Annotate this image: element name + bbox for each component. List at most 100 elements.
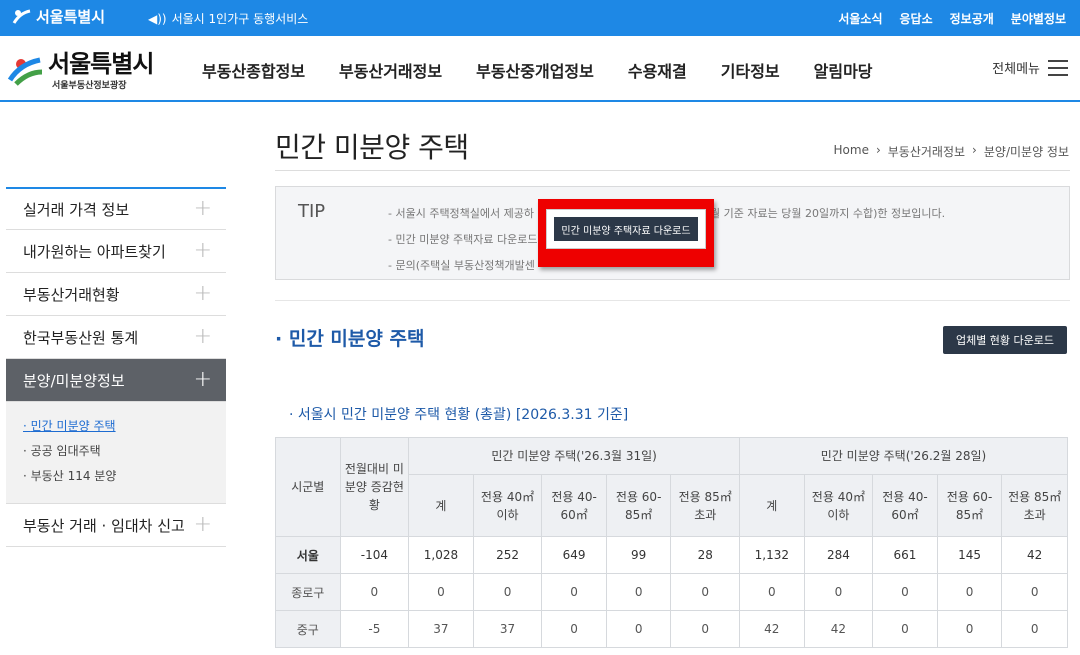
table-title: · 서울시 민간 미분양 주택 현황 (총괄) [2026.3.31 기준] xyxy=(289,407,629,423)
table-row: 서울 -104 1,028 252 649 99 28 1,132 284 66… xyxy=(275,536,1068,574)
table-cell: 42 xyxy=(1001,536,1068,574)
speaker-icon: ◀)) xyxy=(148,11,167,26)
nav-real-estate-transaction[interactable]: 부동산거래정보 xyxy=(339,58,442,82)
table-cell: 0 xyxy=(339,573,410,611)
chevron-right-icon: › xyxy=(875,143,881,157)
table-cell: 0 xyxy=(605,610,672,648)
header-region: 시군별 xyxy=(275,437,341,537)
red-highlight-box: 민간 미분양 주택자료 다운로드 xyxy=(538,199,714,267)
sidebar-item-label: 분양/미분양정보 xyxy=(23,371,125,390)
seoul-city-logo[interactable]: 서울특별시 xyxy=(12,6,105,27)
plus-icon: + xyxy=(193,324,212,349)
seoul-logo-icon xyxy=(12,9,31,24)
plus-icon: + xyxy=(193,238,212,263)
sidebar-item-lease-report[interactable]: 부동산 거래 · 임대차 신고 + xyxy=(6,504,226,547)
sidebar-item-transaction-status[interactable]: 부동산거래현황 + xyxy=(6,273,226,316)
unsold-data-download-button[interactable]: 민간 미분양 주택자료 다운로드 xyxy=(554,217,698,241)
tip-label: TIP xyxy=(298,201,326,222)
divider xyxy=(275,170,1070,171)
table-cell: 252 xyxy=(472,536,543,574)
table-cell: 0 xyxy=(936,610,1003,648)
table-cell: 649 xyxy=(541,536,607,574)
brand-title: 서울특별시 xyxy=(48,50,154,78)
table-cell: 284 xyxy=(803,536,874,574)
subnav-item-r114-sale[interactable]: · 부동산 114 분양 xyxy=(23,464,226,489)
nav-brokerage[interactable]: 부동산중개업정보 xyxy=(476,58,594,82)
all-menu-button[interactable]: 전체메뉴 xyxy=(992,58,1068,77)
sidebar-item-label: 한국부동산원 통계 xyxy=(23,328,139,347)
table-cell: 0 xyxy=(408,573,474,611)
header-40-60: 전용 40-60㎡ xyxy=(872,474,938,537)
sidebar-item-reb-stats[interactable]: 한국부동산원 통계 + xyxy=(6,316,226,359)
all-menu-label: 전체메뉴 xyxy=(992,62,1040,77)
unsold-stats-table: 시군별 전월대비 미분양 증감현황 민간 미분양 주택('26.3월 31일) … xyxy=(275,437,1068,648)
table-cell: 0 xyxy=(472,573,543,611)
chevron-right-icon: › xyxy=(972,143,977,157)
plus-icon: + xyxy=(193,512,212,537)
sidebar-item-label: 부동산 거래 · 임대차 신고 xyxy=(23,516,185,535)
table-cell: 1,132 xyxy=(739,536,805,574)
table-cell: -5 xyxy=(339,610,410,648)
table-row: 중구 -5 37 37 0 0 0 42 42 0 0 0 xyxy=(275,610,1068,648)
tip-line-download: - 민간 미분양 주택자료 다운로드 xyxy=(388,233,538,246)
nav-notices[interactable]: 알림마당 xyxy=(814,58,873,82)
section-title: · 민간 미분양 주택 xyxy=(275,328,425,350)
table-cell: 661 xyxy=(872,536,938,574)
nav-real-estate-general[interactable]: 부동산종합정보 xyxy=(202,58,305,82)
plus-icon: + xyxy=(193,281,212,306)
sidebar-item-find-apartment[interactable]: 내가원하는 아파트찾기 + xyxy=(6,230,226,273)
table-cell: 42 xyxy=(739,610,805,648)
header-total: 계 xyxy=(739,474,805,537)
table-cell: 0 xyxy=(541,610,607,648)
top-bar: 서울특별시 ◀)) 서울시 1인가구 동행서비스 서울소식 응답소 정보공개 분… xyxy=(0,0,1080,36)
sidebar-subnav: · 민간 미분양 주택 · 공공 임대주택 · 부동산 114 분양 xyxy=(6,402,226,504)
breadcrumb-transaction-info[interactable]: 부동산거래정보 xyxy=(888,143,965,160)
company-status-download-button[interactable]: 업체별 현황 다운로드 xyxy=(943,326,1067,354)
header-group-february: 민간 미분양 주택('26.2월 28일) xyxy=(739,437,1068,475)
table-cell: 0 xyxy=(739,573,805,611)
table-cell: 99 xyxy=(605,536,672,574)
subnav-item-private-unsold[interactable]: · 민간 미분양 주택 xyxy=(23,414,226,439)
table-cell: 1,028 xyxy=(408,536,474,574)
brand-logo[interactable]: 서울특별시 서울부동산정보광장 xyxy=(6,50,154,91)
table-cell: 0 xyxy=(670,573,741,611)
table-cell: -104 xyxy=(339,536,410,574)
row-region: 중구 xyxy=(275,610,341,648)
header-40-60: 전용 40-60㎡ xyxy=(541,474,607,537)
notice-text: 서울시 1인가구 동행서비스 xyxy=(171,12,309,26)
top-links: 서울소식 응답소 정보공개 분야별정보 xyxy=(838,10,1066,27)
table-cell: 0 xyxy=(605,573,672,611)
header-60-85: 전용 60-85㎡ xyxy=(936,474,1003,537)
header-monthly-change: 전월대비 미분양 증감현황 xyxy=(339,437,410,537)
table-cell: 0 xyxy=(670,610,741,648)
table-row: 종로구 0 0 0 0 0 0 0 0 0 0 0 xyxy=(275,573,1068,611)
breadcrumb: Home › 부동산거래정보 › 분양/미분양 정보 xyxy=(834,143,1069,160)
main-nav: 부동산종합정보 부동산거래정보 부동산중개업정보 수용재결 기타정보 알림마당 xyxy=(202,58,907,82)
notice-link[interactable]: ◀)) 서울시 1인가구 동행서비스 xyxy=(148,10,308,27)
tip-box: TIP - 서울시 주택정책실에서 제공하 월 기준 자료는 당월 20일까지 수… xyxy=(275,186,1070,280)
top-link-news[interactable]: 서울소식 xyxy=(838,10,882,27)
header-group-march: 민간 미분양 주택('26.3월 31일) xyxy=(408,437,741,475)
row-region: 서울 xyxy=(275,536,341,574)
header-under-40: 전용 40㎡이하 xyxy=(472,474,543,537)
table-cell: 37 xyxy=(472,610,543,648)
table-cell: 0 xyxy=(803,573,874,611)
plus-icon: + xyxy=(193,196,212,221)
nav-expropriation[interactable]: 수용재결 xyxy=(628,58,687,82)
top-link-info-disclosure[interactable]: 정보공개 xyxy=(950,10,994,27)
subnav-item-public-rental[interactable]: · 공공 임대주택 xyxy=(23,439,226,464)
breadcrumb-home[interactable]: Home xyxy=(834,143,869,160)
sidebar: 실거래 가격 정보 + 내가원하는 아파트찾기 + 부동산거래현황 + 한국부동… xyxy=(6,187,226,547)
page-title: 민간 미분양 주택 xyxy=(275,131,469,164)
sidebar-item-label: 부동산거래현황 xyxy=(23,285,120,304)
sidebar-item-actual-price[interactable]: 실거래 가격 정보 + xyxy=(6,187,226,230)
breadcrumb-current[interactable]: 분양/미분양 정보 xyxy=(984,143,1069,160)
top-link-response[interactable]: 응답소 xyxy=(900,10,933,27)
seoul-brand-icon xyxy=(7,57,43,86)
sidebar-item-sale-unsold[interactable]: 분양/미분양정보 + xyxy=(6,359,226,402)
top-link-field-info[interactable]: 분야별정보 xyxy=(1011,10,1066,27)
nav-other-info[interactable]: 기타정보 xyxy=(721,58,780,82)
hamburger-icon xyxy=(1048,59,1068,76)
table-cell: 0 xyxy=(541,573,607,611)
table-cell: 42 xyxy=(803,610,874,648)
